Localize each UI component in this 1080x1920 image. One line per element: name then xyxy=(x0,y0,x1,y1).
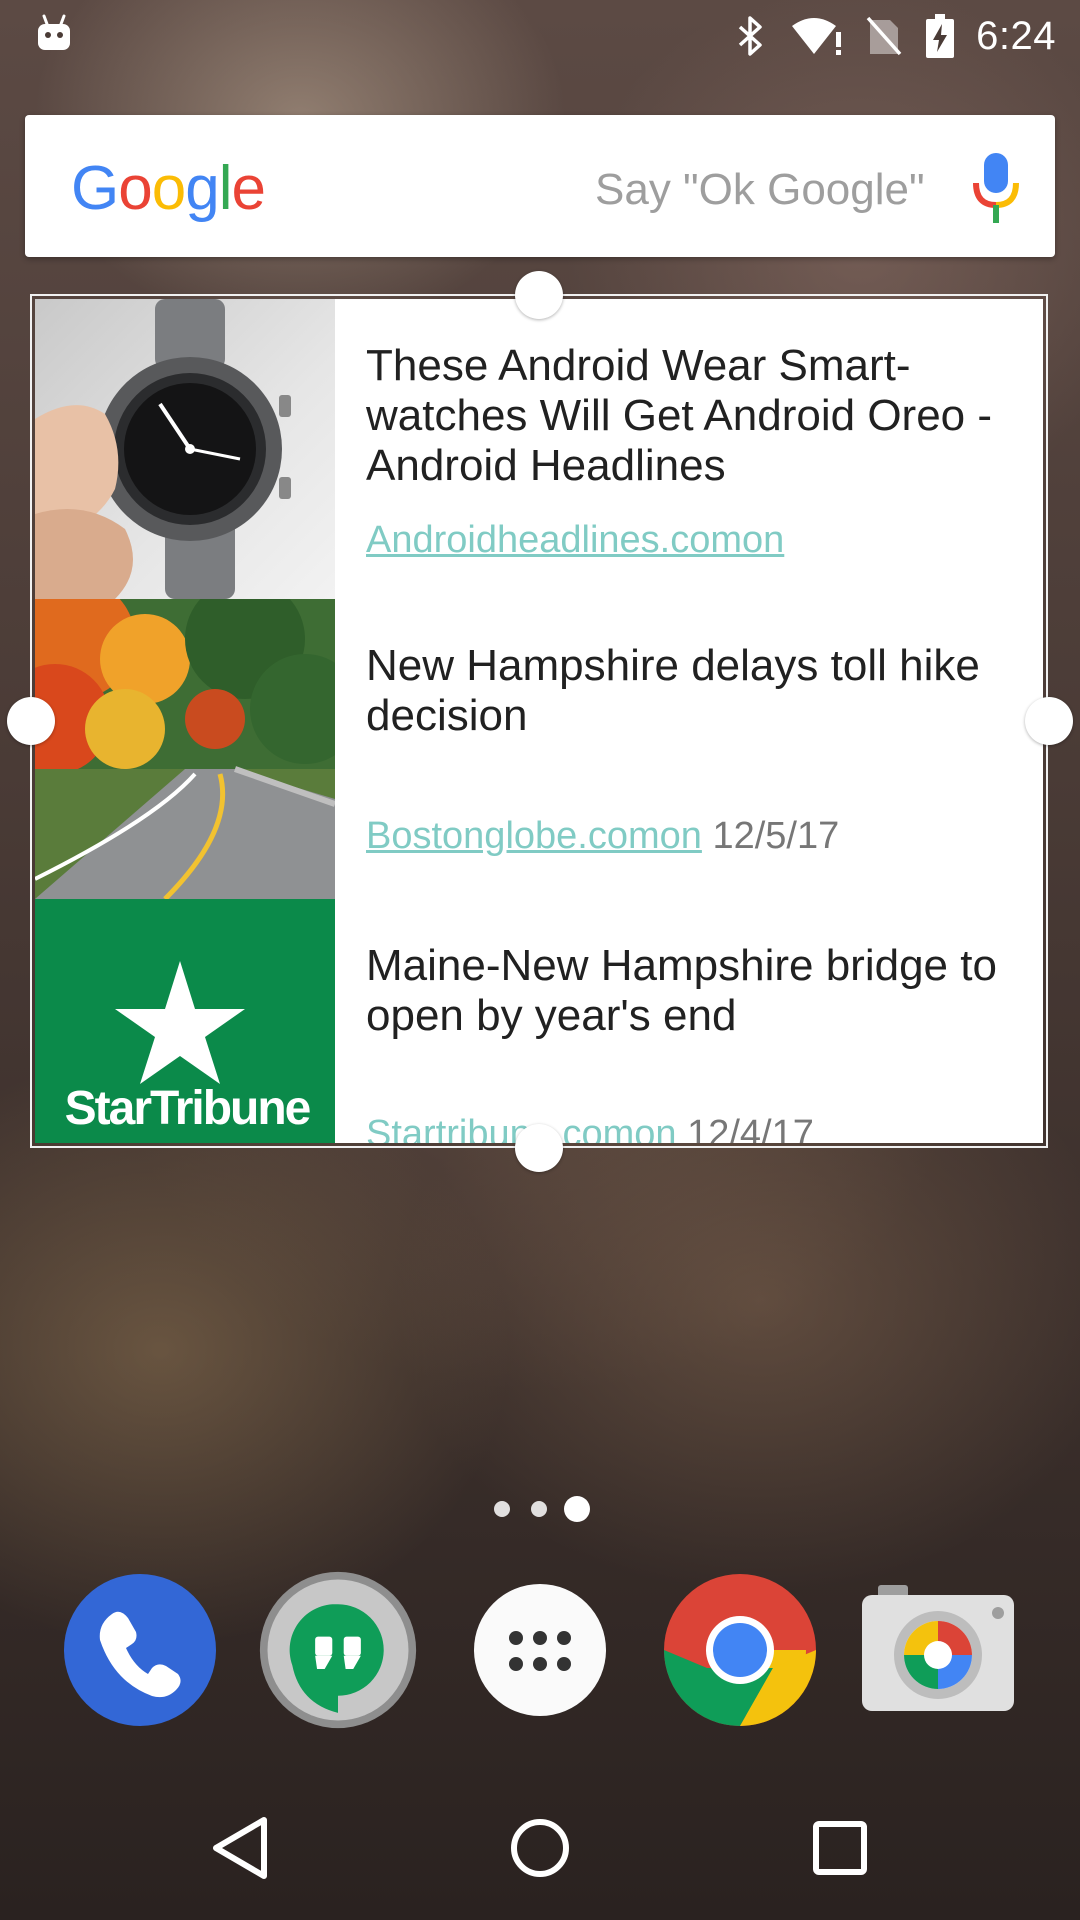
recents-icon xyxy=(813,1821,867,1875)
google-logo-letter: o xyxy=(151,154,186,223)
resize-handle-bottom[interactable] xyxy=(515,1124,563,1172)
status-bar: 6:24 xyxy=(0,0,1080,72)
news-meta: Androidheadlines.comon xyxy=(366,519,784,562)
news-widget[interactable]: These Android Wear Smart-watches Will Ge… xyxy=(35,299,1043,1143)
startribune-logo: StarTribune xyxy=(35,899,335,1143)
camera-app-icon[interactable] xyxy=(858,1570,1018,1730)
smartwatch-image xyxy=(35,299,335,599)
page-indicator xyxy=(490,1493,600,1523)
news-date: 12/5/17 xyxy=(712,815,840,857)
resize-handle-left[interactable] xyxy=(7,697,55,745)
news-source-link[interactable]: Bostonglobe.comon xyxy=(366,815,702,857)
google-logo-letter: l xyxy=(218,154,233,223)
news-headline[interactable]: New Hampshire delays toll hike decision xyxy=(366,641,1016,741)
mic-icon[interactable] xyxy=(970,153,1022,225)
google-logo: Google xyxy=(71,153,266,224)
app-drawer-icon[interactable] xyxy=(460,1570,620,1730)
back-button[interactable] xyxy=(168,1776,312,1920)
recents-button[interactable] xyxy=(768,1776,912,1920)
google-logo-letter: o xyxy=(118,154,152,223)
news-item[interactable]: New Hampshire delays toll hike decision … xyxy=(35,599,1043,899)
google-logo-letter: g xyxy=(185,154,219,223)
page-dot xyxy=(531,1501,547,1517)
back-icon xyxy=(213,1817,267,1879)
resize-handle-top[interactable] xyxy=(515,271,563,319)
home-icon xyxy=(511,1819,569,1877)
news-headline[interactable]: Maine-New Hampshire bridge to open by ye… xyxy=(366,941,1016,1041)
android-notification-icon xyxy=(38,14,70,50)
news-meta: Bostonglobe.comon 12/5/17 xyxy=(366,815,839,858)
no-sim-icon xyxy=(864,16,904,56)
chrome-app-icon[interactable] xyxy=(660,1570,820,1730)
page-dot xyxy=(494,1501,510,1517)
autumn-road-image xyxy=(35,599,335,899)
news-source-link[interactable]: Androidheadlines.comon xyxy=(366,519,784,561)
resize-handle-right[interactable] xyxy=(1025,697,1073,745)
navigation-bar xyxy=(0,1776,1080,1920)
wifi-alert-icon xyxy=(790,16,844,56)
battery-charging-icon xyxy=(924,14,956,58)
bluetooth-icon xyxy=(730,16,770,56)
news-meta: Startribune.comon 12/4/17 xyxy=(366,1113,814,1143)
news-item[interactable]: These Android Wear Smart-watches Will Ge… xyxy=(35,299,1043,599)
page-dot-active xyxy=(564,1496,590,1522)
news-date: 12/4/17 xyxy=(687,1113,814,1143)
home-button[interactable] xyxy=(468,1776,612,1920)
voice-search-hint[interactable]: Say "Ok Google" xyxy=(595,165,925,215)
news-item[interactable]: StarTribune Maine-New Hampshire bridge t… xyxy=(35,899,1043,1143)
clock: 6:24 xyxy=(976,13,1056,58)
hangouts-app-icon[interactable] xyxy=(258,1570,418,1730)
phone-app-icon[interactable] xyxy=(60,1570,220,1730)
google-logo-letter: e xyxy=(231,154,265,223)
google-logo-letter: G xyxy=(71,154,119,223)
google-search-bar[interactable]: Google Say "Ok Google" xyxy=(25,115,1055,257)
news-headline[interactable]: These Android Wear Smart-watches Will Ge… xyxy=(366,341,1016,491)
startribune-wordmark: StarTribune xyxy=(64,1082,312,1135)
